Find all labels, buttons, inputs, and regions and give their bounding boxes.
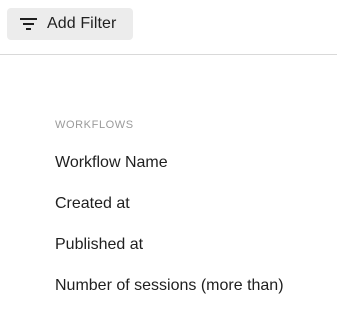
menu-item-created-at[interactable]: Created at [55, 193, 284, 214]
menu-item-workflow-name[interactable]: Workflow Name [55, 152, 284, 173]
filter-lines-icon [20, 17, 37, 31]
menu-item-published-at[interactable]: Published at [55, 234, 284, 255]
section-heading-workflows: WORKFLOWS [55, 119, 134, 131]
menu-item-number-of-sessions[interactable]: Number of sessions (more than) [55, 275, 284, 296]
add-filter-label: Add Filter [47, 15, 117, 32]
filter-options-menu: WORKFLOWS Workflow Name Created at Publi… [55, 118, 284, 316]
filter-toolbar: Add Filter [0, 0, 337, 55]
add-filter-button[interactable]: Add Filter [7, 8, 133, 40]
